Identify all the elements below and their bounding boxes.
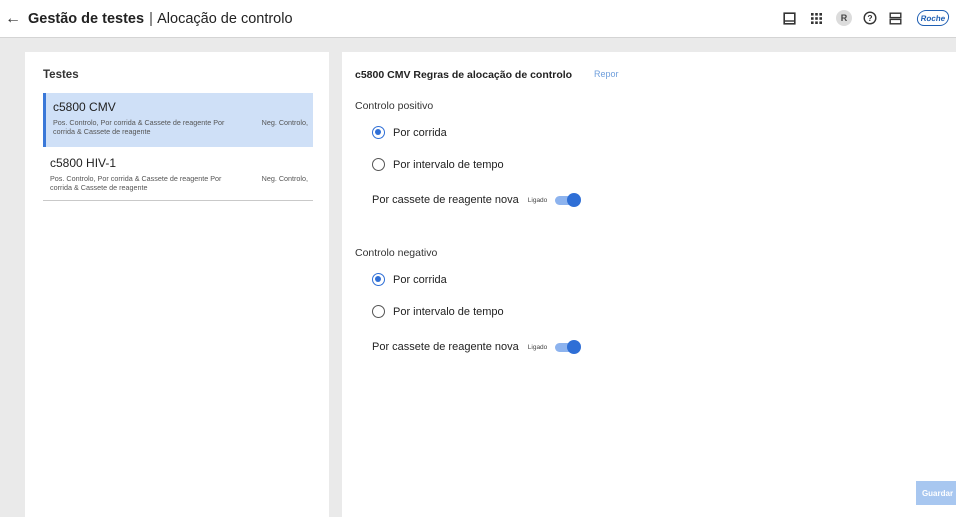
positive-new-cassette-row: Por cassete de reagente nova Ligado: [372, 193, 582, 207]
toggle-thumb: [567, 340, 582, 354]
toggle-state: Ligado: [527, 196, 548, 204]
tests-panel: Testes c5800 CMV Pos. Controlo, Por corr…: [25, 52, 329, 517]
test-description: Pos. Controlo, Por corrida & Cassete de …: [50, 174, 222, 192]
svg-text:?: ?: [867, 13, 872, 23]
radio-label: Por intervalo de tempo: [393, 158, 504, 171]
test-neg-control: Neg. Controlo,: [261, 174, 308, 183]
radio-unselected-icon: [372, 305, 385, 318]
test-item-c5800-hiv1[interactable]: c5800 HIV-1 Pos. Controlo, Por corrida &…: [43, 149, 313, 199]
positive-control-heading: Controlo positivo: [355, 100, 434, 112]
tablet-icon[interactable]: [783, 9, 796, 27]
radio-selected-icon: [372, 126, 385, 139]
negative-new-cassette-row: Por cassete de reagente nova Ligado: [372, 340, 582, 354]
negative-radio-per-run[interactable]: Por corrida: [372, 273, 447, 286]
help-icon[interactable]: ?: [863, 9, 877, 27]
roche-logo: Roche: [915, 9, 951, 27]
rules-panel: c5800 CMV Regras de alocação de controlo…: [342, 52, 956, 517]
test-item-c5800-cmv[interactable]: c5800 CMV Pos. Controlo, Por corrida & C…: [43, 93, 313, 147]
list-divider: [43, 200, 313, 201]
app-header: ← Gestão de testes | Alocação de control…: [0, 0, 956, 38]
toggle-thumb: [567, 193, 582, 207]
radio-selected-icon: [372, 273, 385, 286]
positive-radio-per-run[interactable]: Por corrida: [372, 126, 447, 139]
avatar-letter: R: [836, 10, 852, 26]
user-avatar[interactable]: R: [836, 9, 852, 27]
save-button[interactable]: Guardar: [916, 481, 956, 505]
radio-unselected-icon: [372, 158, 385, 171]
positive-radio-time-interval[interactable]: Por intervalo de tempo: [372, 158, 504, 171]
back-arrow-icon[interactable]: ←: [5, 9, 21, 29]
toggle-label: Por cassete de reagente nova: [372, 194, 519, 206]
positive-new-cassette-toggle[interactable]: [555, 193, 582, 207]
negative-radio-time-interval[interactable]: Por intervalo de tempo: [372, 305, 504, 318]
apps-grid-icon[interactable]: [810, 9, 823, 27]
test-name: c5800 HIV-1: [50, 156, 117, 170]
rules-title: c5800 CMV Regras de alocação de controlo: [355, 69, 573, 81]
page-title-sub: Alocação de controlo: [157, 11, 293, 27]
negative-new-cassette-toggle[interactable]: [555, 340, 582, 354]
tests-panel-title: Testes: [43, 69, 79, 81]
title-separator: |: [149, 11, 153, 27]
toggle-label: Por cassete de reagente nova: [372, 341, 519, 353]
test-description: Pos. Controlo, Por corrida & Cassete de …: [53, 118, 225, 136]
radio-label: Por corrida: [393, 273, 447, 286]
test-name: c5800 CMV: [53, 100, 116, 114]
negative-control-heading: Controlo negativo: [355, 247, 438, 259]
reset-link[interactable]: Repor: [594, 69, 619, 79]
roche-brand-text: Roche: [915, 10, 951, 26]
toggle-state: Ligado: [527, 343, 548, 351]
page-title-main: Gestão de testes: [28, 11, 145, 27]
page-title: Gestão de testes | Alocação de controlo: [28, 10, 293, 28]
radio-label: Por corrida: [393, 126, 447, 139]
radio-label: Por intervalo de tempo: [393, 305, 504, 318]
test-neg-control: Neg. Controlo,: [261, 118, 308, 127]
server-icon[interactable]: [889, 9, 902, 27]
